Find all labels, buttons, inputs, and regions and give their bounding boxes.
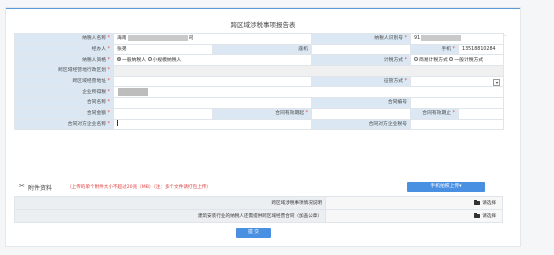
- radio-simple-method[interactable]: [414, 57, 419, 62]
- contract-start-label: 合同有效期起 *: [211, 107, 313, 120]
- region-address-field[interactable]: [112, 75, 313, 88]
- attachment-select-button[interactable]: 请选择: [325, 209, 503, 223]
- tax-method-label: 计税方式 *: [311, 54, 412, 67]
- page-title: 跨区域涉税事项报告表: [230, 21, 296, 29]
- contract-start-field[interactable]: [311, 107, 412, 120]
- contract-no-label: 合同编号: [311, 97, 412, 109]
- row-project: 企业所得税 *: [14, 86, 505, 99]
- attachment-select-button[interactable]: 请选择: [325, 196, 503, 210]
- phone-upload-button[interactable]: 手机拍照上传▾: [407, 182, 485, 192]
- region-admin-label: 跨区域经营地行政区划 *: [14, 65, 114, 77]
- tax-method-radios: 简易计税方式 一般计税方式: [410, 54, 505, 67]
- project-label: 企业所得税 *: [14, 86, 114, 99]
- radio-small-taxpayer[interactable]: [147, 57, 152, 62]
- paperclip-icon: ✂: [19, 182, 25, 190]
- region-address-label: 跨区域经营地址 *: [14, 75, 114, 88]
- attachment-row: 跨区域涉税事项情况说明 请选择: [14, 196, 503, 210]
- contract-amount-field[interactable]: [113, 107, 213, 120]
- taxpayer-type-label: 纳税人资格 *: [14, 54, 114, 67]
- contract-name-field[interactable]: [112, 97, 313, 109]
- folder-icon: [474, 212, 481, 218]
- landline-label: 座机: [211, 43, 313, 56]
- attachment-label: 建筑安装行业的纳税人还需提供跨区域经营合同（加盖公章）: [14, 209, 326, 223]
- handler-field[interactable]: 张弟: [113, 43, 213, 56]
- row-contract-amount: 合同金额 * 合同有效期起 * 合同有效期止 *: [14, 107, 505, 120]
- contract-name-label: 合同名称 *: [14, 97, 114, 109]
- handler-label: 经办人 *: [14, 43, 114, 56]
- contract-no-field[interactable]: [410, 97, 505, 109]
- region-admin-field[interactable]: [112, 65, 505, 77]
- mobile-label: 手机 *: [410, 43, 460, 56]
- counterparty-name-field[interactable]: [112, 118, 313, 131]
- verify-method-select[interactable]: [410, 75, 505, 88]
- taxpayer-id-field[interactable]: 91: [410, 33, 505, 45]
- mobile-field[interactable]: 13518810284: [458, 43, 505, 56]
- taxpayer-name-field[interactable]: 海南司: [112, 33, 313, 45]
- row-region-address: 跨区域经营地址 * 征管方式 *: [14, 75, 505, 88]
- radio-general-method[interactable]: [449, 57, 454, 62]
- counterparty-id-field[interactable]: [410, 118, 505, 131]
- attachments-header: ✂ 附件资料 （上传的单个附件大小不超过20兆（MB）（注：多个文件请打包上传）…: [14, 181, 503, 194]
- attachment-row: 建筑安装行业的纳税人还需提供跨区域经营合同（加盖公章） 请选择: [14, 209, 503, 223]
- taxpayer-type-radios: 一般纳税人 小规模纳税人: [112, 54, 313, 67]
- row-counterparty: 合同对方企业名称 * 合同对方企业税号: [14, 118, 505, 131]
- folder-icon: [474, 199, 481, 205]
- taxpayer-name-label: 纳税人名称 *: [14, 33, 114, 45]
- attachments-title: 附件资料: [28, 185, 53, 192]
- contract-end-field[interactable]: [458, 107, 505, 120]
- row-region-admin: 跨区域经营地行政区划 *: [14, 65, 505, 77]
- attachments-table: 跨区域涉税事项情况说明 请选择 建筑安装行业的纳税人还需提供跨区域经营合同（加盖…: [14, 196, 503, 223]
- landline-field[interactable]: [311, 43, 412, 56]
- counterparty-name-label: 合同对方企业名称 *: [14, 118, 114, 131]
- row-taxpayer-name: 纳税人名称 * 海南司 纳税人识别号 * 91: [14, 33, 505, 45]
- radio-general-taxpayer[interactable]: [117, 57, 121, 62]
- counterparty-id-label: 合同对方企业税号: [311, 118, 412, 131]
- chevron-down-icon[interactable]: [493, 78, 501, 86]
- attachments-note: （上传的单个附件大小不超过20兆（MB）（注：多个文件请打包上传）: [67, 185, 211, 190]
- contract-end-label: 合同有效期止 *: [410, 107, 460, 120]
- verify-method-label: 征管方式 *: [311, 75, 412, 88]
- row-contract-name: 合同名称 * 合同编号: [14, 97, 505, 109]
- project-field[interactable]: [112, 86, 505, 99]
- row-taxpayer-type: 纳税人资格 * 一般纳税人 小规模纳税人 计税方式 * 简易计税方式 一般计税方…: [14, 54, 505, 67]
- attachment-label: 跨区域涉税事项情况说明: [14, 196, 326, 210]
- taxpayer-id-label: 纳税人识别号 *: [311, 33, 412, 45]
- contract-amount-label: 合同金额 *: [14, 107, 114, 120]
- row-handler: 经办人 * 张弟 座机 手机 * 13518810284: [14, 43, 505, 56]
- top-accent-line: [6, 8, 520, 9]
- submit-button[interactable]: 提 交: [236, 228, 271, 238]
- report-form-table: 纳税人名称 * 海南司 纳税人识别号 * 91 经办人 * 张弟 座机 手机 *…: [14, 33, 505, 131]
